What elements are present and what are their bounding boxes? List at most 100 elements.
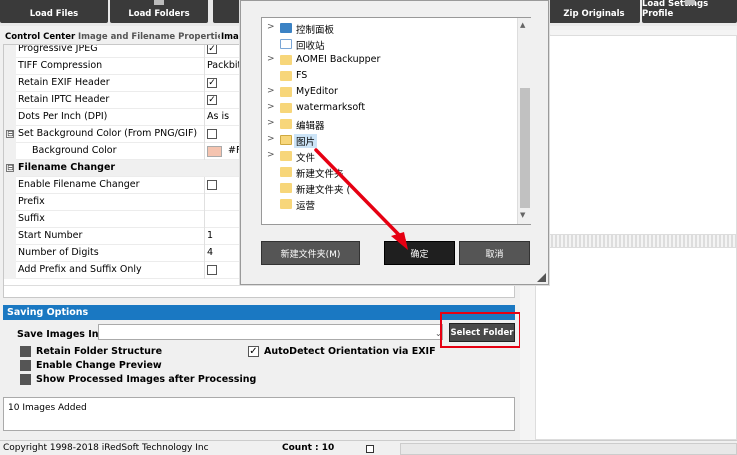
property-label: Enable Filename Changer [18,179,140,190]
status-bar: Copyright 1998-2018 iRedSoft Technology … [0,440,737,455]
tree-item[interactable]: > 文件 [262,149,516,164]
expand-chevron-icon[interactable]: > [267,102,275,112]
load-folders-label: Load Folders [128,9,190,19]
folder-icon [280,55,292,65]
collapse-icon[interactable]: ⊟ [6,130,14,138]
row-gutter [4,228,16,245]
tree-item[interactable]: > 编辑器 [262,117,516,132]
save-folder-input[interactable] [98,324,443,340]
autodetect-orientation-option[interactable]: ✓ AutoDetect Orientation via EXIF [248,346,436,357]
tree-item-selected[interactable]: > 图片 [262,133,516,148]
tree-scrollbar[interactable]: ▲ ▼ [517,18,531,224]
property-checkbox[interactable]: ✓ [207,45,217,54]
folder-tree[interactable]: ▲ ▼ > 控制面板 回收站 > AOMEI Backupper FS > MyEditor >… [261,17,531,225]
property-value[interactable]: 1 [207,230,213,241]
row-gutter [4,245,16,262]
property-label: Background Color [32,145,117,156]
preview-splitter[interactable] [535,235,737,247]
scroll-thumb[interactable] [520,88,530,208]
expand-chevron-icon[interactable]: > [267,134,275,144]
property-checkbox[interactable] [207,129,217,139]
row-gutter [4,143,16,160]
row-gutter [4,177,16,194]
control-panel-icon [280,23,292,33]
saving-options-header: Saving Options [3,305,515,320]
expand-chevron-icon[interactable]: > [267,54,275,64]
expand-chevron-icon[interactable]: > [267,150,275,160]
scroll-down-icon[interactable]: ▼ [520,211,525,219]
folder-icon [280,119,292,129]
color-swatch[interactable] [207,146,222,157]
load-files-button[interactable]: Load Files [0,0,108,23]
property-label: Filename Changer [18,162,116,173]
save-images-in-label: Save Images In [17,329,99,340]
property-label: Suffix [18,213,45,224]
tree-item[interactable]: > AOMEI Backupper [262,53,516,68]
browse-folder-dialog: ▲ ▼ > 控制面板 回收站 > AOMEI Backupper FS > MyEditor >… [240,0,549,285]
column-divider [204,228,205,245]
column-divider [204,211,205,228]
tab-image[interactable]: Imag [221,30,240,44]
retain-folder-structure-label: Retain Folder Structure [36,346,163,357]
column-divider [204,262,205,279]
cancel-button[interactable]: 取消 [459,241,530,265]
ok-button[interactable]: 确定 [384,241,455,265]
folder-icon [280,135,292,145]
tree-item[interactable]: 回收站 [262,37,516,52]
tab-control-center[interactable]: Control Center [5,30,77,44]
property-label: TIFF Compression [18,60,103,71]
expand-chevron-icon[interactable]: > [267,22,275,32]
load-folders-button[interactable]: Load Folders [110,0,208,23]
new-folder-button[interactable]: 新建文件夹(M) [261,241,360,265]
autodetect-orientation-checkbox[interactable]: ✓ [248,346,259,357]
expand-chevron-icon[interactable]: > [267,118,275,128]
row-gutter [4,75,16,92]
collapse-icon[interactable]: ⊟ [6,164,14,172]
folder-icon [280,167,292,177]
show-processed-images-checkbox[interactable] [20,374,31,385]
retain-folder-structure-option[interactable]: Retain Folder Structure [20,346,163,357]
scroll-up-icon[interactable]: ▲ [520,21,525,29]
tree-item-label: FS [296,70,308,81]
column-divider [204,45,205,58]
column-divider [204,194,205,211]
property-checkbox[interactable]: ✓ [207,78,217,88]
property-label: Prefix [18,196,45,207]
preview-original [535,35,737,235]
grid-horizontal-scroll[interactable] [4,285,514,297]
status-square-icon [366,445,374,453]
tree-item[interactable]: > MyEditor [262,85,516,100]
select-folder-highlight [440,312,521,348]
column-divider [204,92,205,109]
property-value[interactable]: 4 [207,247,213,258]
tab-image-filename-properties[interactable]: Image and Filename Properties [78,30,220,44]
property-checkbox[interactable]: ✓ [207,95,217,105]
property-checkbox[interactable] [207,180,217,190]
resize-grip-icon[interactable] [537,273,546,282]
tree-item[interactable]: FS [262,69,516,84]
log-text: 10 Images Added [8,403,87,413]
column-divider [204,75,205,92]
folder-icon [280,87,292,97]
tree-item[interactable]: > watermarksoft [262,101,516,116]
tree-item[interactable]: > 控制面板 [262,21,516,36]
tree-item[interactable]: 新建文件夹 ( [262,181,516,196]
show-processed-images-option[interactable]: Show Processed Images after Processing [20,374,256,385]
load-settings-profile-button[interactable]: Load Settings Profile [642,0,737,23]
tree-item-label: watermarksoft [296,102,366,113]
retain-folder-structure-checkbox[interactable] [20,346,31,357]
enable-change-preview-checkbox[interactable] [20,360,31,371]
enable-change-preview-option[interactable]: Enable Change Preview [20,360,162,371]
property-label: Dots Per Inch (DPI) [18,111,108,122]
property-value[interactable]: As is [207,111,229,122]
toolbar-button-partial[interactable] [213,0,241,23]
tree-item[interactable]: 运营 [262,197,516,212]
property-value[interactable]: Packbit [207,60,241,71]
property-label: Retain IPTC Header [18,94,110,105]
expand-chevron-icon[interactable]: > [267,86,275,96]
row-gutter [4,262,16,279]
row-gutter [4,109,16,126]
property-checkbox[interactable] [207,265,217,275]
tree-item[interactable]: 新建文件夹 [262,165,516,180]
zip-originals-button[interactable]: Zip Originals [548,0,640,23]
